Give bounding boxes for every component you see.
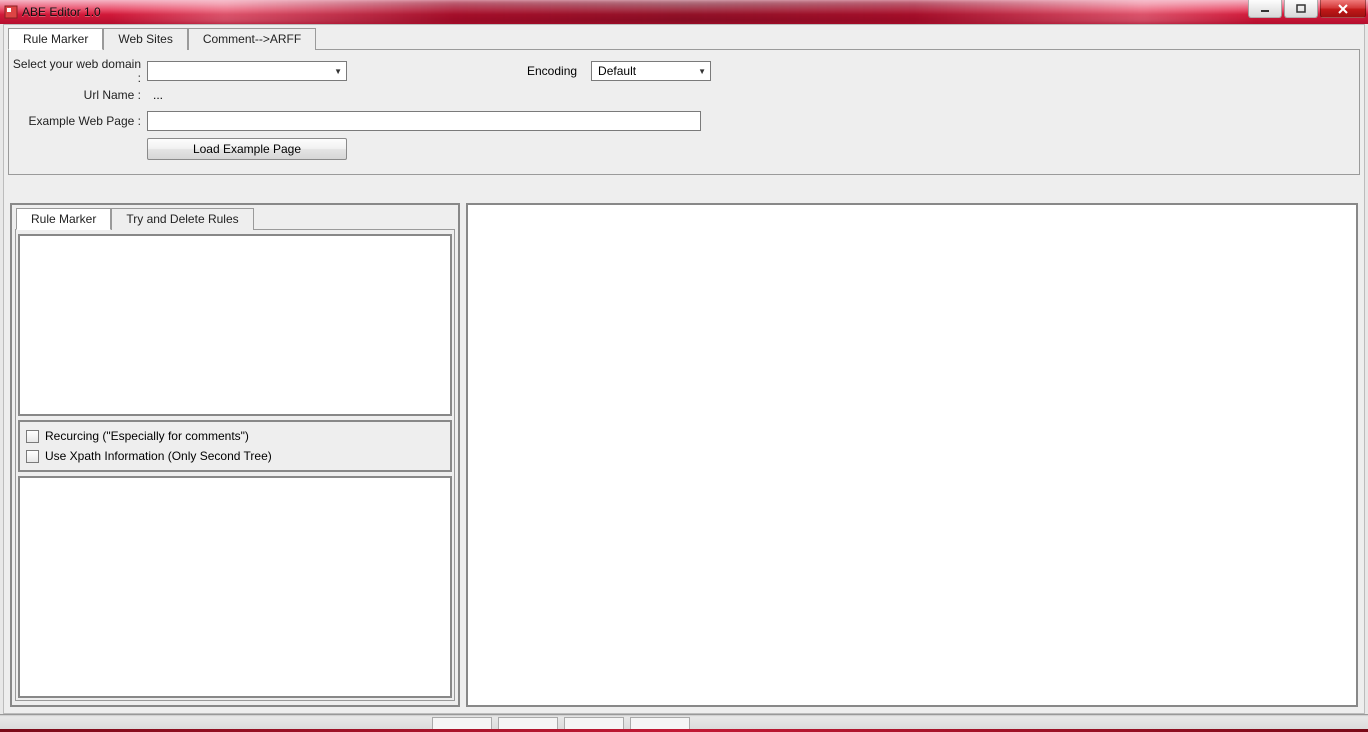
encoding-label: Encoding xyxy=(527,64,585,78)
encoding-combo[interactable]: Default ▼ xyxy=(591,61,711,81)
recurcing-label: Recurcing ("Especially for comments") xyxy=(45,429,249,443)
url-value: ... xyxy=(147,88,163,102)
tab-web-sites[interactable]: Web Sites xyxy=(103,28,187,50)
top-form-panel: Select your web domain : ▼ Encoding Defa… xyxy=(8,49,1360,175)
example-web-page-input[interactable] xyxy=(147,111,701,131)
xpath-label: Use Xpath Information (Only Second Tree) xyxy=(45,449,272,463)
top-tabstrip: Rule Marker Web Sites Comment-->ARFF xyxy=(4,25,1364,49)
encoding-combo-value: Default xyxy=(598,64,636,78)
right-preview-pane[interactable] xyxy=(466,203,1358,707)
url-label: Url Name : xyxy=(9,88,147,102)
left-pane: Rule Marker Try and Delete Rules Recurci… xyxy=(10,203,460,707)
maximize-button[interactable] xyxy=(1284,0,1318,18)
main-area: Rule Marker Web Sites Comment-->ARFF Sel… xyxy=(3,24,1365,714)
window-title: ABE Editor 1.0 xyxy=(22,5,101,19)
example-label: Example Web Page : xyxy=(9,114,147,128)
load-example-page-button[interactable]: Load Example Page xyxy=(147,138,347,160)
tab-comment-arff[interactable]: Comment-->ARFF xyxy=(188,28,316,50)
chevron-down-icon: ▼ xyxy=(698,67,706,76)
chevron-down-icon: ▼ xyxy=(334,67,342,76)
domain-label: Select your web domain : xyxy=(9,57,147,85)
tab-rule-marker[interactable]: Rule Marker xyxy=(8,28,103,50)
rule-list-box[interactable] xyxy=(18,234,452,416)
inner-tab-try-delete[interactable]: Try and Delete Rules xyxy=(111,208,253,230)
domain-combo[interactable]: ▼ xyxy=(147,61,347,81)
inner-tab-rule-marker[interactable]: Rule Marker xyxy=(16,208,111,230)
recurcing-checkbox[interactable] xyxy=(26,430,39,443)
titlebar[interactable]: ABE Editor 1.0 xyxy=(0,0,1368,24)
lower-output-box[interactable] xyxy=(18,476,452,698)
taskbar xyxy=(0,714,1368,732)
app-icon xyxy=(4,5,18,19)
xpath-checkbox[interactable] xyxy=(26,450,39,463)
minimize-button[interactable] xyxy=(1248,0,1282,18)
options-panel: Recurcing ("Especially for comments") Us… xyxy=(18,420,452,472)
close-button[interactable] xyxy=(1320,0,1366,18)
titlebar-blur xyxy=(110,0,1258,24)
